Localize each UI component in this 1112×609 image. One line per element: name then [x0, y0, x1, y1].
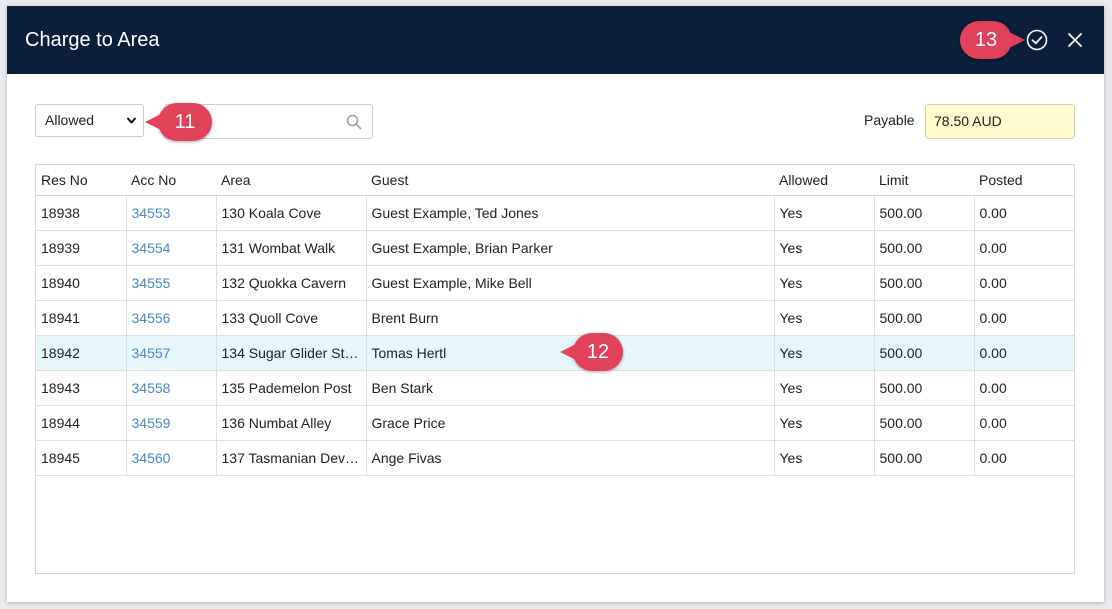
payable-amount-field[interactable]: 78.50 AUD — [925, 104, 1075, 139]
payable-label: Payable — [864, 112, 915, 128]
column-header-limit[interactable]: Limit — [874, 165, 974, 196]
cell-limit: 500.00 — [874, 405, 975, 441]
cell-area: 133 Quoll Cove — [216, 300, 367, 336]
cell-allowed: Yes — [774, 335, 875, 371]
cell-res-no: 18945 — [36, 440, 127, 476]
cell-posted: 0.00 — [974, 370, 1074, 406]
cell-allowed: Yes — [774, 195, 875, 231]
cell-area: 131 Wombat Walk — [216, 230, 367, 266]
cell-res-no: 18941 — [36, 300, 127, 336]
table-row[interactable]: 18940 34555 132 Quokka Cavern Guest Exam… — [36, 265, 1074, 301]
table-row-highlighted[interactable]: 18942 34557 134 Sugar Glider St… Tomas H… — [36, 335, 1074, 371]
column-header-posted[interactable]: Posted — [974, 165, 1074, 196]
cell-posted: 0.00 — [974, 440, 1074, 476]
cell-guest: Guest Example, Mike Bell — [366, 265, 775, 301]
cell-allowed: Yes — [774, 265, 875, 301]
cell-res-no: 18938 — [36, 195, 127, 231]
table-row[interactable]: 18945 34560 137 Tasmanian Dev… Ange Fiva… — [36, 440, 1074, 476]
cell-acc-no-link[interactable]: 34559 — [126, 405, 217, 441]
cell-res-no: 18944 — [36, 405, 127, 441]
cell-guest: Ben Stark — [366, 370, 775, 406]
cell-guest: Grace Price — [366, 405, 775, 441]
cell-posted: 0.00 — [974, 300, 1074, 336]
callout-12: 12 — [560, 333, 623, 371]
search-input[interactable] — [207, 112, 337, 132]
cell-guest: Ange Fivas — [366, 440, 775, 476]
charge-to-area-dialog: Charge to Area 13 Allowed 11 Payable 78.… — [7, 6, 1104, 602]
callout-13: 13 — [960, 21, 1025, 59]
cell-posted: 0.00 — [974, 265, 1074, 301]
column-header-acc-no[interactable]: Acc No — [126, 165, 216, 196]
cell-guest: Guest Example, Brian Parker — [366, 230, 775, 266]
close-icon[interactable] — [1065, 30, 1085, 50]
cell-res-no: 18939 — [36, 230, 127, 266]
cell-acc-no-link[interactable]: 34560 — [126, 440, 217, 476]
cell-area: 134 Sugar Glider St… — [216, 335, 367, 371]
cell-limit: 500.00 — [874, 195, 975, 231]
cell-allowed: Yes — [774, 370, 875, 406]
cell-limit: 500.00 — [874, 265, 975, 301]
cell-posted: 0.00 — [974, 335, 1074, 371]
cell-limit: 500.00 — [874, 230, 975, 266]
table-row[interactable]: 18939 34554 131 Wombat Walk Guest Exampl… — [36, 230, 1074, 266]
cell-acc-no-link[interactable]: 34554 — [126, 230, 217, 266]
cell-res-no: 18942 — [36, 335, 127, 371]
callout-11: 11 — [145, 103, 212, 141]
column-header-allowed[interactable]: Allowed — [774, 165, 874, 196]
cell-limit: 500.00 — [874, 300, 975, 336]
cell-limit: 500.00 — [874, 335, 975, 371]
cell-area: 135 Pademelon Post — [216, 370, 367, 406]
confirm-check-icon[interactable] — [1026, 29, 1048, 51]
filter-selected-value: Allowed — [45, 112, 95, 128]
cell-allowed: Yes — [774, 300, 875, 336]
dialog-titlebar: Charge to Area 13 — [7, 6, 1104, 74]
column-header-area[interactable]: Area — [216, 165, 366, 196]
cell-allowed: Yes — [774, 440, 875, 476]
column-header-guest[interactable]: Guest — [366, 165, 774, 196]
table-row[interactable]: 18938 34553 130 Koala Cove Guest Example… — [36, 195, 1074, 231]
cell-acc-no-link[interactable]: 34555 — [126, 265, 217, 301]
table-row[interactable]: 18943 34558 135 Pademelon Post Ben Stark… — [36, 370, 1074, 406]
cell-allowed: Yes — [774, 230, 875, 266]
chevron-down-icon — [126, 117, 137, 124]
table-header-row: Res No Acc No Area Guest Allowed Limit P… — [36, 165, 1074, 196]
cell-posted: 0.00 — [974, 405, 1074, 441]
charge-area-table: Res No Acc No Area Guest Allowed Limit P… — [35, 164, 1075, 574]
cell-acc-no-link[interactable]: 34557 — [126, 335, 217, 371]
column-header-res-no[interactable]: Res No — [36, 165, 126, 196]
cell-posted: 0.00 — [974, 195, 1074, 231]
table-row[interactable]: 18941 34556 133 Quoll Cove Brent Burn Ye… — [36, 300, 1074, 336]
cell-posted: 0.00 — [974, 230, 1074, 266]
cell-area: 132 Quokka Cavern — [216, 265, 367, 301]
search-icon — [346, 114, 362, 130]
cell-res-no: 18943 — [36, 370, 127, 406]
cell-area: 136 Numbat Alley — [216, 405, 367, 441]
cell-limit: 500.00 — [874, 370, 975, 406]
cell-acc-no-link[interactable]: 34556 — [126, 300, 217, 336]
dialog-title: Charge to Area — [25, 29, 160, 51]
cell-allowed: Yes — [774, 405, 875, 441]
allowed-filter-select[interactable]: Allowed — [35, 104, 144, 137]
cell-limit: 500.00 — [874, 440, 975, 476]
cell-guest: Guest Example, Ted Jones — [366, 195, 775, 231]
cell-res-no: 18940 — [36, 265, 127, 301]
cell-guest: Brent Burn — [366, 300, 775, 336]
cell-area: 130 Koala Cove — [216, 195, 367, 231]
table-row[interactable]: 18944 34559 136 Numbat Alley Grace Price… — [36, 405, 1074, 441]
cell-acc-no-link[interactable]: 34553 — [126, 195, 217, 231]
cell-area: 137 Tasmanian Dev… — [216, 440, 367, 476]
cell-acc-no-link[interactable]: 34558 — [126, 370, 217, 406]
